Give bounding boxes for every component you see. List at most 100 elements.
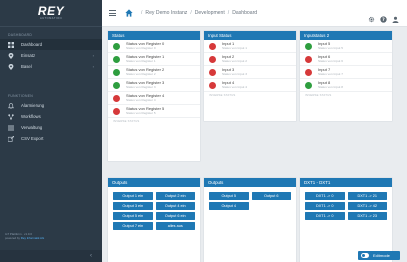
sidebar-item-label: Einsatz [21, 53, 36, 58]
outputs-panel: Outputs Output 1 ein Output 2 ein Output… [108, 178, 200, 262]
status-green-indicator [113, 81, 120, 89]
list-item: Input 7 Status von Input 7 [300, 66, 392, 79]
dxt-button-grid: DXT1 -> 0 DXT1 -> 21 DXT1 -> 0 DXT1 -> 4… [300, 189, 392, 223]
sidebar-item-label: Dashboard [21, 42, 43, 47]
list-item: Input 8 Status von Input 8 [300, 79, 392, 92]
panel-footer: INVERSE STATUS [209, 93, 236, 97]
sidebar-item-csv-export[interactable]: CSV Export [0, 133, 102, 144]
outputs-2-button-grid: Output 5 Output 6 Output 4 [204, 189, 296, 213]
input-status-panel: Input Status Input 1 Status von Input 1 I… [204, 31, 296, 121]
topbar-actions: ? [363, 10, 407, 23]
gear-icon[interactable] [368, 10, 375, 22]
nav-section-functions: FUNKTIONEN [8, 94, 34, 98]
dashboard-icon [8, 41, 14, 48]
list-item-subtitle: Status von Register 4 [126, 98, 156, 102]
dxt-set-button[interactable]: DXT1 -> 0 [305, 212, 345, 220]
list-item-subtitle: Status von Register 2 [126, 72, 156, 76]
output-4-on-button[interactable]: Output 4 ein [155, 202, 195, 210]
dxt-set-button[interactable]: DXT1 -> 42 [347, 202, 387, 210]
dxt-set-button[interactable]: DXT1 -> 23 [347, 212, 387, 220]
logo-subtitle: AUTOMATION [39, 17, 63, 20]
editmode-toggle[interactable]: Editmode [358, 251, 400, 260]
sidebar-item-label: Basel [21, 64, 32, 69]
panel-title: Input Status [204, 31, 296, 40]
sidebar-item-dashboard[interactable]: Dashboard [0, 39, 102, 50]
list-item: Status von Register 0 Status von Register… [108, 40, 200, 53]
status-red-indicator [305, 68, 312, 76]
status-red-indicator [113, 107, 120, 115]
output-1-on-button[interactable]: Output 1 ein [113, 192, 153, 200]
output-4-button[interactable]: Output 4 [209, 202, 249, 210]
breadcrumb-item-current: Dashboard [232, 10, 258, 16]
footer-powered-prefix: powered by [5, 236, 20, 240]
output-6-on-button[interactable]: Output 6 ein [155, 212, 195, 220]
status-panel: Status Status von Register 0 Status von R… [108, 31, 200, 161]
sidebar-collapse-button[interactable]: ‹ [0, 250, 102, 262]
output-2-on-button[interactable]: Output 2 ein [155, 192, 195, 200]
status-red-indicator [209, 68, 216, 76]
user-icon[interactable] [392, 10, 399, 23]
sidebar-item-basel[interactable]: Basel › [0, 61, 102, 72]
breadcrumb-item[interactable]: Development [195, 10, 225, 16]
list-item-subtitle: Status von Input 5 [318, 46, 343, 50]
breadcrumb: / Rey Demo Instanz / Development / Dashb… [138, 10, 257, 16]
output-6-button[interactable]: Output 6 [251, 192, 291, 200]
status-red-indicator [209, 81, 216, 89]
sidebar-item-einsatz[interactable]: Einsatz › [0, 50, 102, 61]
list-item: Input 3 Status von Input 3 [204, 66, 296, 79]
sidebar-item-label: Workflows [21, 114, 41, 119]
chevron-right-icon: › [92, 53, 94, 58]
sidebar-item-workflows[interactable]: Workflows [0, 111, 102, 122]
list-item-subtitle: Status von Input 6 [318, 59, 343, 63]
panel-title: Outputs [108, 178, 200, 187]
dxt-set-button[interactable]: DXT1 -> 21 [347, 192, 387, 200]
chevron-right-icon: › [92, 64, 94, 69]
menu-toggle-icon[interactable] [109, 9, 116, 18]
list-item-subtitle: Status von Register 5 [126, 111, 156, 115]
list-item: Status von Register 3 Status von Register… [108, 79, 200, 92]
status-green-indicator [305, 42, 312, 50]
list-item-subtitle: Status von Input 8 [318, 85, 343, 89]
panel-title: Outputs [204, 178, 296, 187]
output-3-on-button[interactable]: Output 3 ein [113, 202, 153, 210]
logo[interactable]: REY AUTOMATION [0, 0, 102, 27]
output-5-button[interactable]: Output 5 [209, 192, 249, 200]
status-green-indicator [113, 68, 120, 76]
footer-brand-link[interactable]: Rey Informatik AG [21, 236, 44, 240]
status-green-indicator [113, 55, 120, 63]
input-status-2-panel: Inputstatus 2 Input 5 Status von Input 5 … [300, 31, 392, 121]
map-pin-icon [8, 63, 14, 70]
status-red-indicator [305, 55, 312, 63]
svg-text:?: ? [382, 17, 385, 23]
chevron-left-icon: ‹ [90, 253, 92, 259]
list-item: Input 4 Status von Input 4 [204, 79, 296, 92]
logo-text: REY [37, 4, 65, 18]
list-icon [8, 125, 14, 131]
sidebar-item-alarmierung[interactable]: Alarmierung [0, 100, 102, 111]
map-pin-icon [8, 52, 14, 59]
home-icon[interactable] [125, 9, 133, 17]
sidebar-footer: IoT Plattform · v1.0.0 powered by Rey In… [5, 232, 44, 240]
output-7-on-button[interactable]: Output 7 ein [113, 222, 153, 230]
list-item: Status von Register 2 Status von Register… [108, 66, 200, 79]
sidebar-item-label: Alarmierung [21, 103, 45, 108]
all-off-button[interactable]: alles aus [155, 222, 195, 230]
outputs-button-grid: Output 1 ein Output 2 ein Output 3 ein O… [108, 189, 200, 233]
nav-section-dashboard: DASHBOARD [8, 33, 33, 37]
list-item-subtitle: Status von Input 4 [222, 85, 247, 89]
list-item-subtitle: Status von Input 3 [222, 72, 247, 76]
dxt-set-button[interactable]: DXT1 -> 0 [305, 202, 345, 210]
output-5-on-button[interactable]: Output 5 ein [113, 212, 153, 220]
dxt-panel: DXT1 - DXT1 DXT1 -> 0 DXT1 -> 21 DXT1 ->… [300, 178, 392, 262]
list-item: Input 1 Status von Input 1 [204, 40, 296, 53]
breadcrumb-item[interactable]: Rey Demo Instanz [145, 10, 187, 16]
sidebar-item-verwaltung[interactable]: Verwaltung [0, 122, 102, 133]
dxt-set-button[interactable]: DXT1 -> 0 [305, 192, 345, 200]
list-item-subtitle: Status von Input 2 [222, 59, 247, 63]
breadcrumb-separator: / [190, 10, 192, 16]
bell-icon [8, 102, 14, 109]
panel-footer: INVERSE STATUS [305, 93, 332, 97]
panel-title: DXT1 - DXT1 [300, 178, 392, 187]
help-icon[interactable]: ? [380, 10, 387, 23]
outputs-2-panel: Outputs Output 5 Output 6 Output 4 [204, 178, 296, 262]
